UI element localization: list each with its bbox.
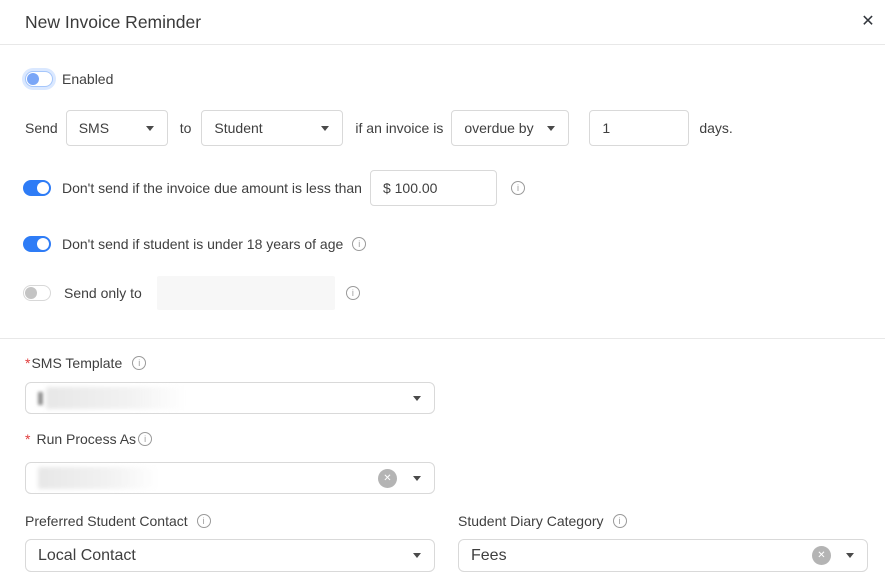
sms-template-select[interactable] bbox=[25, 382, 435, 414]
redacted-value bbox=[38, 392, 43, 405]
condition-phrase: if an invoice is bbox=[355, 120, 443, 136]
min-amount-label: Don't send if the invoice due amount is … bbox=[62, 180, 362, 196]
header-divider bbox=[0, 44, 885, 45]
info-icon[interactable]: i bbox=[138, 432, 152, 446]
under-age-label: Don't send if student is under 18 years … bbox=[62, 236, 343, 252]
info-icon[interactable]: i bbox=[132, 356, 146, 370]
info-icon[interactable]: i bbox=[613, 514, 627, 528]
diary-category-value: Fees bbox=[471, 547, 507, 565]
min-amount-input[interactable] bbox=[370, 170, 497, 206]
under-age-toggle[interactable] bbox=[23, 236, 51, 252]
preferred-contact-select[interactable]: Local Contact bbox=[25, 539, 435, 572]
required-asterisk: * bbox=[25, 355, 30, 371]
chevron-down-icon bbox=[413, 553, 421, 558]
send-word: Send bbox=[25, 120, 58, 136]
under-age-row: Don't send if student is under 18 years … bbox=[23, 235, 366, 253]
info-icon[interactable]: i bbox=[346, 286, 360, 300]
enabled-label: Enabled bbox=[62, 71, 113, 87]
preferred-contact-value: Local Contact bbox=[38, 547, 136, 565]
min-amount-row: Don't send if the invoice due amount is … bbox=[23, 170, 525, 206]
clear-icon[interactable]: ✕ bbox=[378, 469, 397, 488]
run-process-as-label: Run Process As bbox=[36, 431, 136, 447]
chevron-down-icon bbox=[321, 126, 329, 131]
recipient-select[interactable]: Student bbox=[201, 110, 343, 146]
redacted-value bbox=[38, 467, 158, 489]
diary-category-label: Student Diary Category bbox=[458, 513, 604, 529]
toggle-knob bbox=[37, 182, 49, 194]
days-word: days. bbox=[699, 120, 732, 136]
preferred-contact-label: Preferred Student Contact bbox=[25, 513, 188, 529]
send-only-to-input[interactable] bbox=[157, 276, 335, 310]
toggle-knob bbox=[37, 238, 49, 250]
required-asterisk: * bbox=[25, 431, 30, 447]
sms-template-label: SMS Template bbox=[31, 355, 122, 371]
channel-value: SMS bbox=[79, 120, 109, 136]
to-word: to bbox=[180, 120, 192, 136]
chevron-down-icon bbox=[146, 126, 154, 131]
channel-select[interactable]: SMS bbox=[66, 110, 168, 146]
new-invoice-reminder-dialog: New Invoice Reminder ✕ Enabled Send SMS … bbox=[0, 0, 885, 585]
toggle-knob bbox=[27, 73, 39, 85]
preferred-contact-label-line: Preferred Student Contact i bbox=[25, 513, 211, 529]
chevron-down-icon bbox=[547, 126, 555, 131]
redacted-value bbox=[46, 387, 186, 409]
min-amount-toggle[interactable] bbox=[23, 180, 51, 196]
run-process-as-select[interactable]: ✕ bbox=[25, 462, 435, 494]
send-rule-row: Send SMS to Student if an invoice is ove… bbox=[25, 110, 733, 146]
send-only-to-label: Send only to bbox=[64, 285, 142, 301]
info-icon[interactable]: i bbox=[197, 514, 211, 528]
diary-category-select[interactable]: Fees ✕ bbox=[458, 539, 868, 572]
dialog-title: New Invoice Reminder bbox=[25, 12, 201, 33]
enabled-toggle[interactable] bbox=[25, 71, 53, 87]
clear-icon[interactable]: ✕ bbox=[812, 546, 831, 565]
days-input[interactable] bbox=[589, 110, 689, 146]
send-only-to-toggle[interactable] bbox=[23, 285, 51, 301]
chevron-down-icon bbox=[846, 553, 854, 558]
timing-select[interactable]: overdue by bbox=[451, 110, 569, 146]
run-process-as-label-line: * Run Process As i bbox=[25, 431, 152, 447]
chevron-down-icon bbox=[413, 476, 421, 481]
timing-value: overdue by bbox=[464, 120, 533, 136]
recipient-value: Student bbox=[214, 120, 262, 136]
send-only-to-row: Send only to i bbox=[23, 276, 360, 310]
info-icon[interactable]: i bbox=[352, 237, 366, 251]
chevron-down-icon bbox=[413, 396, 421, 401]
toggle-knob bbox=[25, 287, 37, 299]
info-icon[interactable]: i bbox=[511, 181, 525, 195]
enabled-row: Enabled bbox=[25, 69, 113, 89]
close-icon[interactable]: ✕ bbox=[856, 9, 880, 33]
section-divider bbox=[0, 338, 885, 339]
diary-category-label-line: Student Diary Category i bbox=[458, 513, 627, 529]
sms-template-label-line: * SMS Template i bbox=[25, 355, 146, 371]
